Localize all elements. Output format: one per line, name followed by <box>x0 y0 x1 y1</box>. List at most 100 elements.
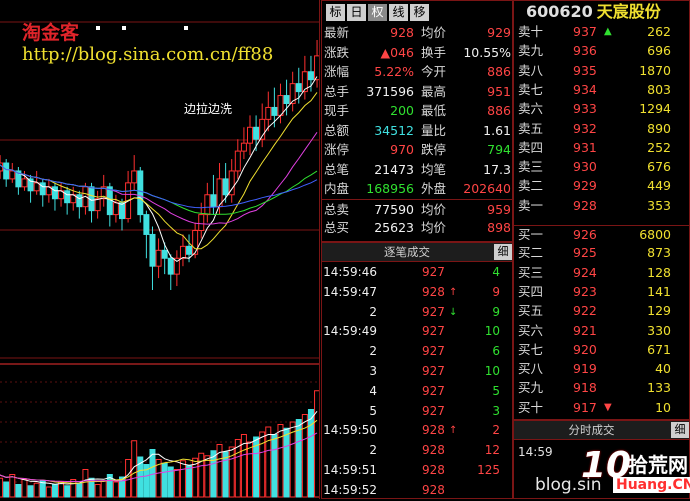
volume-bar <box>21 479 28 498</box>
ask-row[interactable]: 卖十 937 ▲ 262 <box>514 23 690 42</box>
volume-bar <box>94 484 101 498</box>
order-price: 929 <box>573 178 597 194</box>
quote-value: 202640 <box>463 181 511 196</box>
candle-body <box>179 245 186 259</box>
trade-price: 927 <box>422 364 445 378</box>
ask-row[interactable]: 卖八 935 1870 <box>514 62 690 81</box>
trade-time: 4 <box>369 383 377 398</box>
order-price: 922 <box>573 303 597 319</box>
quote-label: 跌停 <box>421 142 447 157</box>
trade-time: 3 <box>369 364 377 378</box>
trade-price: 928 <box>422 443 445 458</box>
ask-row[interactable]: 卖九 936 696 <box>514 42 690 61</box>
ask-row[interactable]: 卖六 933 1294 <box>514 100 690 119</box>
candle-body <box>112 202 119 216</box>
quote-label: 均笔 <box>421 161 447 177</box>
trade-price: 927 <box>422 324 445 339</box>
candle-body <box>210 194 217 208</box>
quote-value: 929 <box>487 25 511 40</box>
bid-row[interactable]: 买二 925 873 <box>514 244 690 263</box>
order-level: 卖四 <box>518 139 544 155</box>
order-level: 卖三 <box>518 159 544 175</box>
volume-bar <box>186 465 193 498</box>
quote-value: 10.55% <box>463 44 511 60</box>
tab-3[interactable]: 线 <box>389 4 408 21</box>
volume-bar <box>9 474 16 498</box>
trade-time: 14:59:47 <box>323 284 377 299</box>
ask-row[interactable]: 卖二 929 449 <box>514 177 690 196</box>
volume-bar <box>82 469 89 498</box>
quote-label: 总额 <box>324 122 350 138</box>
quote-row: 最新 928 均价 929 <box>322 23 514 42</box>
candle-body <box>271 106 278 116</box>
bid-row[interactable]: 买一 926 6800 <box>514 225 690 245</box>
volume-bar <box>76 482 83 498</box>
tab-4[interactable]: 移 <box>410 4 429 21</box>
ask-row[interactable]: 卖四 931 252 <box>514 139 690 158</box>
bid-row[interactable]: 买九 918 133 <box>514 379 690 398</box>
volume-bar <box>271 434 278 498</box>
trade-time: 5 <box>369 403 377 418</box>
order-volume: 129 <box>647 303 671 319</box>
quote-label: 均价 <box>421 25 447 40</box>
trade-row: 14:59:47 928 ↑ 9 <box>322 283 514 303</box>
trade-volume: 4 <box>492 265 500 279</box>
order-level: 卖五 <box>518 120 544 136</box>
tab-1[interactable]: 日 <box>347 4 366 21</box>
order-price: 923 <box>573 283 597 299</box>
bid-row[interactable]: 买四 923 141 <box>514 283 690 302</box>
up-arrow-icon: ↑ <box>449 425 458 437</box>
ask-row[interactable]: 卖七 934 803 <box>514 81 690 100</box>
quote-label: 外盘 <box>421 181 447 196</box>
volume-bar <box>58 481 65 498</box>
bid-row[interactable]: 买七 920 671 <box>514 341 690 360</box>
volume-bar <box>204 455 211 498</box>
candle-body <box>222 178 229 196</box>
volume-bar <box>247 441 253 498</box>
trade-price: 927 <box>422 383 445 398</box>
order-price: 926 <box>573 227 597 242</box>
trade-time: 14:59:52 <box>323 482 377 497</box>
candle-body <box>161 249 168 259</box>
stock-code: 600620 <box>526 2 593 21</box>
trade-volume: 12 <box>484 443 500 458</box>
volume-bar <box>64 485 71 498</box>
order-level: 买七 <box>518 341 544 357</box>
tab-2[interactable]: 权 <box>368 4 387 21</box>
timeshare-detail-button[interactable]: 细 <box>671 422 689 438</box>
ask-row[interactable]: 卖五 932 890 <box>514 120 690 139</box>
order-book-panel: 600620 天宸股份 卖十 937 ▲ 262 卖九 936 696 卖八 935 1870 卖七 9… <box>513 0 690 420</box>
k-line-chart[interactable] <box>0 0 320 499</box>
order-price: 935 <box>573 62 597 78</box>
chart-tabs: 标日权线移 <box>326 4 429 21</box>
quote-value: 970 <box>390 142 414 157</box>
volume-bar <box>15 484 22 498</box>
order-price: 932 <box>573 120 597 136</box>
volume-bar <box>3 481 10 498</box>
candle-body <box>149 233 156 267</box>
quote-row: 总笔 21473 均笔 17.3 <box>322 160 514 179</box>
quote-value: 200 <box>390 103 414 118</box>
order-volume: 1294 <box>639 101 671 117</box>
quote-row: 总买 25623 均价 898 <box>322 218 514 237</box>
quote-value: 5.22% <box>374 64 414 79</box>
bid-row[interactable]: 买六 921 330 <box>514 322 690 341</box>
bid-row[interactable]: 买五 922 129 <box>514 302 690 321</box>
quote-row: 现手 200 最低 886 <box>322 101 514 120</box>
quote-value: 898 <box>487 220 511 235</box>
bid-row[interactable]: 买十 917 ▼ 10 <box>514 399 690 418</box>
bid-row[interactable]: 买八 919 40 <box>514 360 690 379</box>
order-volume: 40 <box>655 361 671 377</box>
order-volume: 803 <box>647 81 671 97</box>
bid-row[interactable]: 买三 924 128 <box>514 264 690 283</box>
order-level: 买六 <box>518 322 544 338</box>
trades-detail-button[interactable]: 细 <box>494 244 512 260</box>
ask-row[interactable]: 卖三 930 676 <box>514 158 690 177</box>
ask-row[interactable]: 卖一 928 353 <box>514 197 690 216</box>
quote-label: 换手 <box>421 44 447 60</box>
tab-0[interactable]: 标 <box>326 4 345 21</box>
quote-row: 总额 34512 量比 1.61 <box>322 121 514 140</box>
quote-value: 168956 <box>366 181 414 196</box>
order-price: 925 <box>573 245 597 261</box>
candle-body <box>307 71 314 81</box>
